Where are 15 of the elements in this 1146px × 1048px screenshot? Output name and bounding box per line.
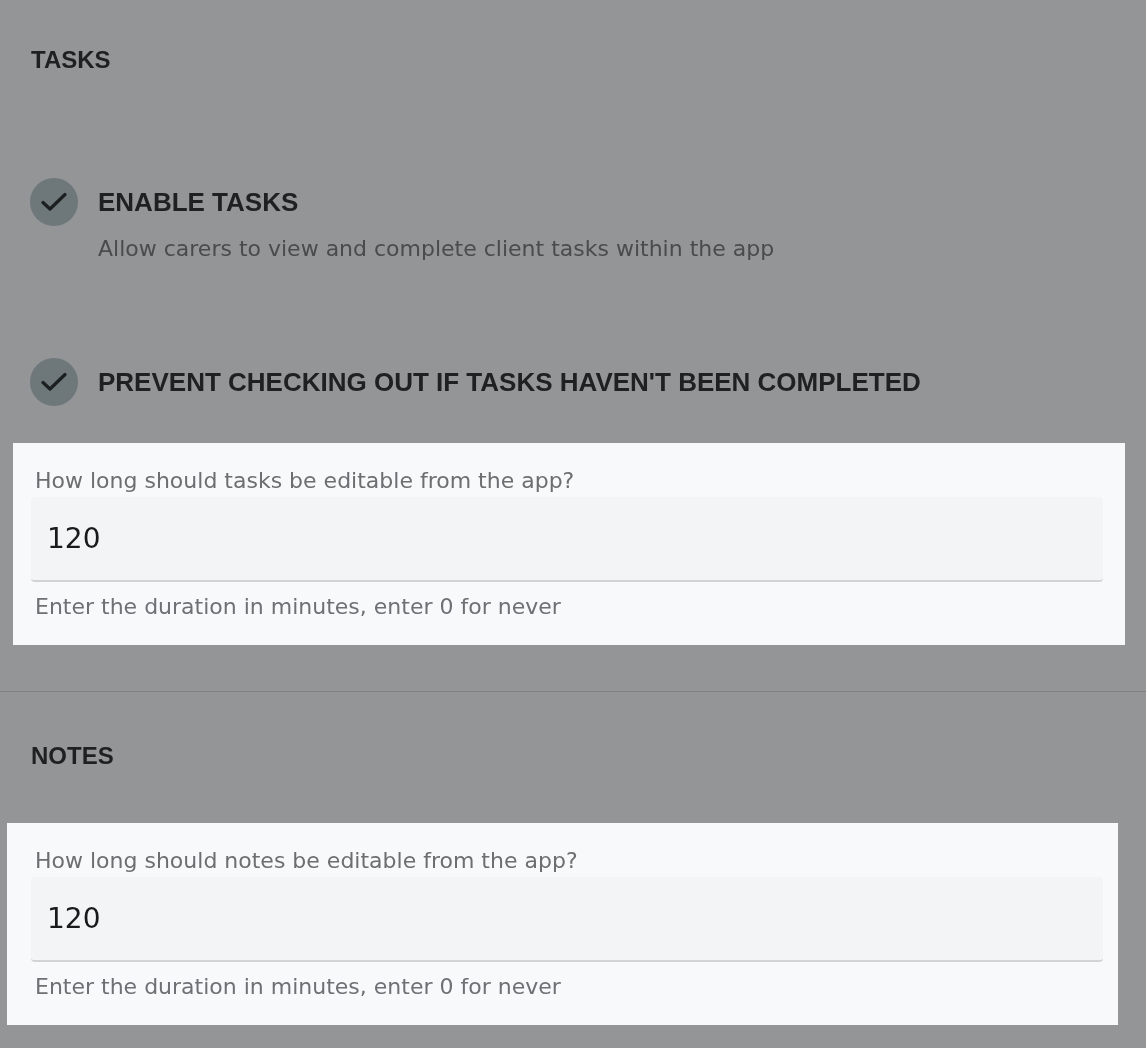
number-input[interactable]: 120 [31,877,1103,962]
checkbox[interactable] [30,178,78,226]
section-heading: NOTES [31,741,114,771]
option-description: Allow carers to view and complete client tasks within the app [98,235,775,263]
field-label: How long should notes be editable from the app? [35,847,578,875]
helper-text: Enter the duration in minutes, enter 0 for never [35,973,561,1001]
check-icon [41,192,67,212]
number-input[interactable]: 120 [31,497,1103,582]
section-heading: TASKS [31,45,111,75]
option-label: PREVENT CHECKING OUT IF TASKS HAVEN'T BEEN COMPLETED [98,367,921,397]
checkbox[interactable] [30,358,78,406]
option-label: ENABLE TASKS [98,187,299,217]
helper-text: Enter the duration in minutes, enter 0 for never [35,593,561,621]
field-label: How long should tasks be editable from the app? [35,467,575,495]
check-icon [41,372,67,392]
